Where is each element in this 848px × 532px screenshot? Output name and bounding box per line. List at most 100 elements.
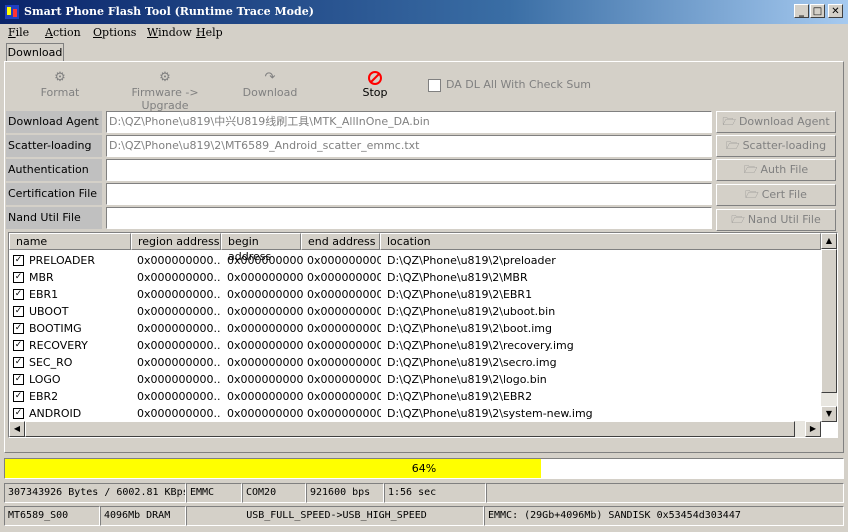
scroll-left-icon[interactable]: ◀	[9, 421, 25, 437]
cert-field[interactable]	[106, 183, 712, 205]
download-agent-label: Download Agent	[6, 111, 102, 133]
checksum-checkbox[interactable]: DA DL All With Check Sum	[428, 78, 591, 92]
cell-location: D:\QZ\Phone\u819\2\MBR	[387, 271, 528, 284]
menu-file[interactable]: File	[8, 26, 29, 39]
auth-button[interactable]: 🗁 Auth File	[716, 159, 836, 181]
header-end[interactable]: end address	[301, 233, 380, 250]
cell-begin: 0x000000000...	[227, 356, 303, 369]
cell-location: D:\QZ\Phone\u819\2\boot.img	[387, 322, 552, 335]
cell-begin: 0x000000000...	[227, 407, 303, 420]
header-region[interactable]: region address	[131, 233, 221, 250]
cell-region: 0x000000000...	[137, 356, 221, 369]
table-row[interactable]: ✓ LOGO 0x000000000... 0x000000000... 0x00000…	[9, 371, 821, 388]
header-location[interactable]: location	[380, 233, 821, 250]
scatter-field[interactable]: D:\QZ\Phone\u819\2\MT6589_Android_scatte…	[106, 135, 712, 157]
table-row[interactable]: ✓ RECOVERY 0x000000000... 0x000000000... 0x0…	[9, 337, 821, 354]
cell-location: D:\QZ\Phone\u819\2\logo.bin	[387, 373, 547, 386]
table-row[interactable]: ✓ EBR2 0x000000000... 0x000000000... 0x00000…	[9, 388, 821, 405]
cell-location: D:\QZ\Phone\u819\2\EBR1	[387, 288, 533, 301]
cell-end: 0x000000000...	[307, 254, 381, 267]
menu-action[interactable]: Action	[45, 26, 81, 39]
checkbox-icon	[428, 78, 441, 92]
cell-region: 0x000000000...	[137, 271, 221, 284]
header-begin[interactable]: begin address	[221, 233, 301, 263]
status-speed: 307343926 Bytes / 6002.81 KBps	[4, 483, 186, 503]
stop-button[interactable]: Stop	[320, 70, 430, 104]
scroll-right-icon[interactable]: ▶	[805, 421, 821, 437]
table-row[interactable]: ✓ UBOOT 0x000000000... 0x000000000... 0x0000…	[9, 303, 821, 320]
row-checkbox[interactable]: ✓	[13, 340, 24, 351]
cell-end: 0x000000000...	[307, 407, 381, 420]
table-row[interactable]: ✓ ANDROID 0x000000000... 0x000000000... 0x00…	[9, 405, 821, 422]
format-label: Format	[40, 86, 80, 99]
header-name[interactable]: name	[9, 233, 131, 250]
progress-text: 64%	[411, 462, 437, 475]
status-chip: MT6589_S00	[4, 506, 100, 526]
format-button[interactable]: ⚙ Format	[5, 70, 115, 104]
close-button[interactable]: ✕	[828, 4, 843, 18]
menu-help[interactable]: Help	[196, 26, 223, 39]
row-checkbox[interactable]: ✓	[13, 272, 24, 283]
row-checkbox[interactable]: ✓	[13, 374, 24, 385]
minimize-button[interactable]: _	[794, 4, 809, 18]
vertical-scroll-thumb[interactable]	[821, 249, 837, 393]
menu-window[interactable]: Window	[147, 26, 192, 39]
tab-download[interactable]: Download	[6, 43, 64, 61]
nand-button[interactable]: 🗁 Nand Util File	[716, 209, 836, 231]
horizontal-scroll-thumb[interactable]	[25, 421, 795, 437]
cell-begin: 0x000000000...	[227, 339, 303, 352]
cell-location: D:\QZ\Phone\u819\2\system-new.img	[387, 407, 593, 420]
vertical-scrollbar[interactable]: ▲ ▼	[821, 233, 837, 422]
progress-bar: 64%	[4, 458, 844, 479]
cell-end: 0x000000000...	[307, 373, 381, 386]
cell-location: D:\QZ\Phone\u819\2\EBR2	[387, 390, 533, 403]
cell-region: 0x000000000...	[137, 305, 221, 318]
horizontal-scrollbar[interactable]: ◀ ▶	[9, 421, 821, 437]
folder-icon: 🗁	[731, 213, 745, 226]
row-checkbox[interactable]: ✓	[13, 289, 24, 300]
auth-field[interactable]	[106, 159, 712, 181]
download-agent-button[interactable]: 🗁 Download Agent	[716, 111, 836, 133]
row-checkbox[interactable]: ✓	[13, 255, 24, 266]
row-checkbox[interactable]: ✓	[13, 391, 24, 402]
maximize-button[interactable]: □	[810, 4, 825, 18]
menu-bar: File Action Options Window Help	[0, 24, 848, 42]
row-checkbox[interactable]: ✓	[13, 408, 24, 419]
table-row[interactable]: ✓ MBR 0x000000000... 0x000000000... 0x000000…	[9, 269, 821, 286]
cell-location: D:\QZ\Phone\u819\2\secro.img	[387, 356, 557, 369]
firmware-upgrade-button[interactable]: ⚙ Firmware -> Upgrade	[110, 70, 220, 112]
cell-end: 0x000000000...	[307, 322, 381, 335]
partition-list: name region address begin address end ad…	[8, 232, 838, 438]
cell-begin: 0x000000000...	[227, 271, 303, 284]
cell-begin: 0x000000000...	[227, 390, 303, 403]
cell-location: D:\QZ\Phone\u819\2\preloader	[387, 254, 556, 267]
cell-end: 0x000000000...	[307, 288, 381, 301]
cell-name: EBR1	[29, 288, 59, 301]
download-agent-field[interactable]: D:\QZ\Phone\u819\中兴U819线刷工具\MTK_AllInOne…	[106, 111, 712, 133]
scroll-down-icon[interactable]: ▼	[821, 406, 837, 422]
download-label: Download	[242, 86, 298, 99]
download-button[interactable]: ↷ Download	[215, 70, 325, 104]
upgrade-icon: ⚙	[159, 70, 171, 85]
nand-field[interactable]	[106, 207, 712, 229]
cell-name: UBOOT	[29, 305, 69, 318]
table-row[interactable]: ✓ SEC_RO 0x000000000... 0x000000000... 0x000…	[9, 354, 821, 371]
row-checkbox[interactable]: ✓	[13, 357, 24, 368]
auth-label: Authentication File	[6, 159, 102, 198]
table-row[interactable]: ✓ PRELOADER 0x000000000... 0x000000000... 0x…	[9, 252, 821, 269]
window-title: Smart Phone Flash Tool (Runtime Trace Mo…	[24, 5, 314, 18]
cell-begin: 0x000000000...	[227, 322, 303, 335]
cert-button[interactable]: 🗁 Cert File	[716, 184, 836, 206]
row-checkbox[interactable]: ✓	[13, 306, 24, 317]
stop-icon	[368, 71, 382, 85]
cell-name: LOGO	[29, 373, 61, 386]
scatter-button[interactable]: 🗁 Scatter-loading	[716, 135, 836, 157]
cert-label: Certification File	[6, 183, 102, 205]
status-dram: 4096Mb DRAM	[100, 506, 186, 526]
table-row[interactable]: ✓ EBR1 0x000000000... 0x000000000... 0x00000…	[9, 286, 821, 303]
table-row[interactable]: ✓ BOOTIMG 0x000000000... 0x000000000... 0x00…	[9, 320, 821, 337]
status-time: 1:56 sec	[384, 483, 486, 503]
row-checkbox[interactable]: ✓	[13, 323, 24, 334]
scroll-up-icon[interactable]: ▲	[821, 233, 837, 249]
menu-options[interactable]: Options	[93, 26, 136, 39]
